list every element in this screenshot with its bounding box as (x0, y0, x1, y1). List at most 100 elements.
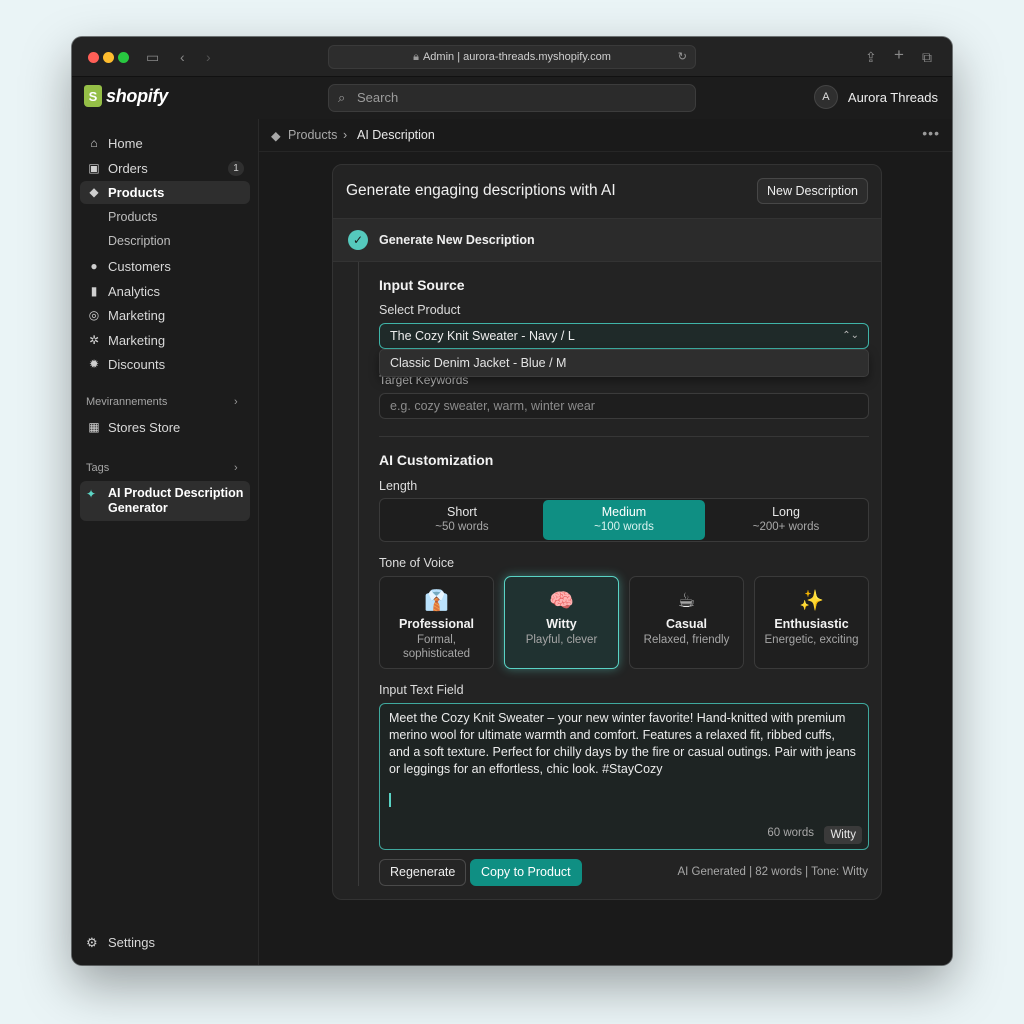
sidebar-item-stores[interactable]: ▦ Stores Store (80, 416, 250, 439)
description-textarea[interactable]: Meet the Cozy Knit Sweater – your new wi… (379, 703, 869, 850)
address-bar[interactable]: 🔒︎ Admin | aurora-threads.myshopify.com ↻ (328, 45, 696, 69)
product-select[interactable]: The Cozy Knit Sweater - Navy / L ⌃⌄ (379, 323, 869, 349)
keywords-input[interactable]: e.g. cozy sweater, warm, winter wear (379, 393, 869, 419)
tone-desc: Formal, sophisticated (402, 634, 471, 660)
length-short-option[interactable]: Short ~50 words (381, 500, 543, 540)
shopify-logo[interactable]: S shopify (84, 85, 168, 107)
section-divider (379, 436, 869, 437)
close-window-button[interactable] (88, 52, 99, 63)
step-label: Generate New Description (379, 233, 535, 247)
orders-icon: ▣ (88, 161, 100, 175)
breadcrumb-products[interactable]: Products (288, 128, 337, 142)
sidebar-section-header[interactable]: Mevirannements › (86, 396, 238, 408)
tone-name: Enthusiastic (774, 617, 849, 631)
copy-to-product-button[interactable]: Copy to Product (470, 859, 582, 886)
sidebar-item-label: Discounts (108, 357, 166, 372)
orders-count-badge: 1 (228, 161, 244, 176)
new-tab-icon[interactable]: + (894, 45, 904, 65)
sparkle-icon: ✦ (86, 487, 97, 501)
gear-wheel-icon: ✲ (88, 333, 100, 347)
text-field-label: Input Text Field (379, 683, 464, 697)
lock-icon: 🔒︎ (413, 51, 419, 63)
more-options-icon[interactable]: ••• (922, 125, 940, 141)
selected-product: The Cozy Knit Sweater - Navy / L (390, 329, 575, 343)
tag-icon: ◆ (89, 185, 99, 199)
share-icon[interactable]: ⇪ (865, 47, 877, 67)
sidebar-item-ai-app[interactable]: ✦ AI Product Description Generator (80, 481, 250, 521)
sidebar-item-home[interactable]: ⌂ Home (80, 132, 250, 155)
text-caret (389, 793, 391, 807)
discount-icon: ✹ (88, 357, 100, 371)
sidebar-item-analytics[interactable]: ▮ Analytics (80, 280, 250, 303)
tone-chip: Witty (824, 826, 862, 844)
product-dropdown-option[interactable]: Classic Denim Jacket - Blue / M (379, 349, 869, 377)
new-description-button[interactable]: New Description (756, 178, 868, 204)
sidebar-item-label: Description (108, 234, 171, 248)
account-menu[interactable]: A Aurora Threads (813, 85, 938, 109)
minimize-window-button[interactable] (103, 52, 114, 63)
target-icon: ◎ (88, 308, 100, 322)
select-product-label: Select Product (379, 303, 461, 317)
browser-window: ▭ ‹ › 🔒︎ Admin | aurora-threads.myshopify… (72, 37, 952, 965)
forward-icon[interactable]: › (206, 47, 211, 67)
option-title: Short (447, 505, 477, 519)
option-title: Medium (601, 505, 647, 519)
tone-desc: Playful, clever (525, 634, 598, 646)
step-header[interactable]: ✓ Generate New Description (333, 218, 881, 262)
sidebar-item-discounts[interactable]: ✹ Discounts (80, 353, 250, 376)
sidebar-item-label: Stores Store (108, 420, 181, 435)
sidebar-item-orders[interactable]: ▣ Orders 1 (80, 157, 250, 180)
back-icon[interactable]: ‹ (180, 47, 185, 67)
coffee-icon: ☕ (677, 590, 696, 612)
gear-icon: ⚙ (86, 935, 98, 950)
check-icon: ✓ (348, 230, 368, 250)
search-input[interactable]: ⌕ Search (328, 84, 696, 112)
sidebar-section-tags[interactable]: Tags › (86, 462, 238, 474)
sidebar-item-label: Products (108, 185, 165, 200)
search-placeholder: Search (357, 90, 399, 105)
sidebar: ⌂ Home ▣ Orders 1 ◆ Products Products De… (72, 119, 259, 965)
tone-name: Witty (546, 617, 577, 631)
section-label: Mevirannements (86, 396, 168, 408)
breadcrumb: ◆ Products › AI Description ••• (259, 119, 952, 152)
zoom-window-button[interactable] (118, 52, 129, 63)
tone-desc: Energetic, exciting (764, 634, 859, 646)
tag-icon: ◆ (271, 129, 281, 143)
sidebar-item-customers[interactable]: ● Customers (80, 255, 250, 278)
section-label: Tags (86, 462, 110, 474)
sidebar-toggle-icon[interactable]: ▭ (146, 47, 159, 67)
tabs-overview-icon[interactable]: ⧉ (922, 47, 932, 67)
sidebar-item-marketing-2[interactable]: ✲ Marketing (80, 329, 250, 352)
brain-icon: 🧠 (549, 590, 574, 612)
sidebar-item-label: AI Product Description Generator (108, 486, 244, 515)
ai-customization-title: AI Customization (379, 452, 494, 468)
sidebar-item-label: Settings (108, 935, 155, 950)
tone-label: Tone of Voice (379, 556, 455, 570)
description-text: Meet the Cozy Knit Sweater – your new wi… (389, 711, 856, 776)
sidebar-item-settings[interactable]: ⚙ Settings (80, 931, 250, 954)
url-text: Admin | aurora-threads.myshopify.com (422, 51, 611, 63)
sidebar-subitem-description[interactable]: Description (80, 230, 250, 253)
regenerate-button[interactable]: Regenerate (379, 859, 467, 886)
keywords-placeholder: e.g. cozy sweater, warm, winter wear (390, 399, 595, 413)
length-long-option[interactable]: Long ~200+ words (705, 500, 867, 540)
sidebar-item-marketing[interactable]: ◎ Marketing (80, 304, 250, 327)
reload-icon[interactable]: ↻ (678, 46, 687, 68)
avatar: A (813, 85, 838, 109)
sidebar-item-products[interactable]: ◆ Products (80, 181, 250, 204)
tone-enthusiastic-card[interactable]: ✨ Enthusiastic Energetic, exciting (754, 576, 869, 669)
option-sub: ~50 words (435, 521, 489, 533)
step-connector (358, 262, 359, 886)
option-sub: ~100 words (594, 521, 654, 533)
main-content: ◆ Products › AI Description ••• Generate… (259, 119, 952, 965)
tone-professional-card[interactable]: 👔 Professional Formal, sophisticated (379, 576, 494, 669)
breadcrumb-current: AI Description (357, 128, 435, 142)
sidebar-subitem-products[interactable]: Products (80, 206, 250, 229)
tone-witty-card[interactable]: 🧠 Witty Playful, clever (504, 576, 619, 669)
tone-desc: Relaxed, friendly (643, 634, 730, 646)
browser-chrome: ▭ ‹ › 🔒︎ Admin | aurora-threads.myshopify… (72, 37, 952, 77)
generation-meta: AI Generated | 82 words | Tone: Witty (677, 866, 869, 878)
length-medium-option[interactable]: Medium ~100 words (543, 500, 705, 540)
dropdown-option-label: Classic Denim Jacket - Blue / M (390, 356, 567, 370)
tone-casual-card[interactable]: ☕ Casual Relaxed, friendly (629, 576, 744, 669)
